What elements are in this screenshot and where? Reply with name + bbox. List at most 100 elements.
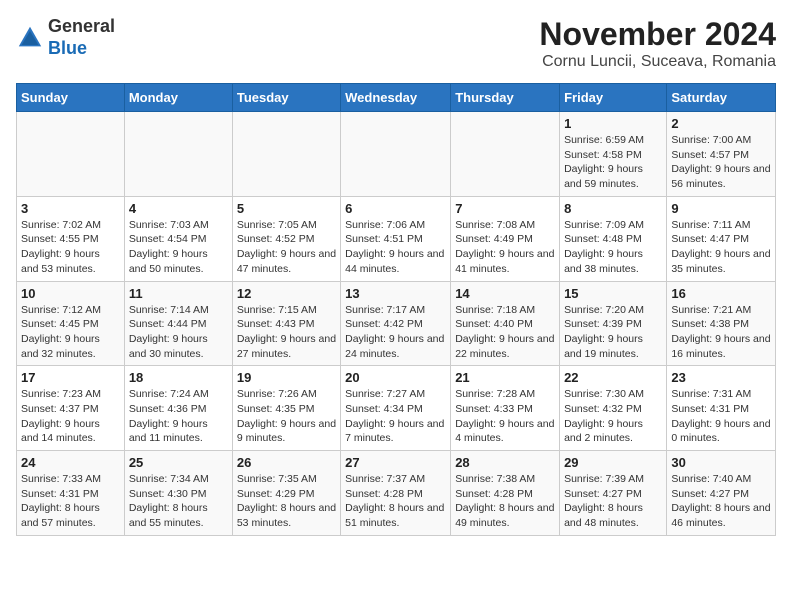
day-info: Sunrise: 7:17 AM Sunset: 4:42 PM Dayligh… <box>345 303 446 362</box>
calendar-cell <box>232 112 340 197</box>
calendar-week-2: 3Sunrise: 7:02 AM Sunset: 4:55 PM Daylig… <box>17 196 776 281</box>
calendar-cell <box>451 112 560 197</box>
calendar-cell: 24 Sunrise: 7:33 AM Sunset: 4:31 PM Dayli… <box>17 451 125 536</box>
day-info: Sunrise: 7:21 AM Sunset: 4:38 PM Dayligh… <box>671 303 771 362</box>
day-number: 29 <box>564 455 662 470</box>
location-subtitle: Cornu Luncii, Suceava, Romania <box>539 53 776 71</box>
calendar-cell <box>341 112 451 197</box>
day-number: 22 <box>564 370 662 385</box>
day-info: Sunrise: 7:38 AM Sunset: 4:28 PM Dayligh… <box>455 472 555 531</box>
day-info: Sunrise: 7:12 AM Sunset: 4:45 PM Dayligh… <box>21 303 120 362</box>
calendar-cell: 13 Sunrise: 7:17 AM Sunset: 4:42 PM Dayli… <box>341 281 451 366</box>
day-info: Sunrise: 7:00 AM Sunset: 4:57 PM Dayligh… <box>671 133 771 192</box>
calendar-week-3: 10 Sunrise: 7:12 AM Sunset: 4:45 PM Dayli… <box>17 281 776 366</box>
day-number: 15 <box>564 286 662 301</box>
day-info: Sunrise: 7:11 AM Sunset: 4:47 PM Dayligh… <box>671 218 771 277</box>
day-number: 16 <box>671 286 771 301</box>
day-number: 24 <box>21 455 120 470</box>
calendar-cell: 29 Sunrise: 7:39 AM Sunset: 4:27 PM Dayli… <box>560 451 667 536</box>
calendar-table: SundayMondayTuesdayWednesdayThursdayFrid… <box>16 83 776 536</box>
day-info: Sunrise: 7:37 AM Sunset: 4:28 PM Dayligh… <box>345 472 446 531</box>
day-number: 25 <box>129 455 228 470</box>
day-number: 4 <box>129 201 228 216</box>
weekday-header-wednesday: Wednesday <box>341 84 451 112</box>
calendar-cell <box>17 112 125 197</box>
weekday-header-saturday: Saturday <box>667 84 776 112</box>
day-number: 9 <box>671 201 771 216</box>
weekday-header-thursday: Thursday <box>451 84 560 112</box>
calendar-cell: 1 Sunrise: 6:59 AM Sunset: 4:58 PM Daylig… <box>560 112 667 197</box>
day-info: Sunrise: 7:30 AM Sunset: 4:32 PM Dayligh… <box>564 387 662 446</box>
day-info: Sunrise: 7:06 AM Sunset: 4:51 PM Dayligh… <box>345 218 446 277</box>
weekday-header-sunday: Sunday <box>17 84 125 112</box>
calendar-week-5: 24 Sunrise: 7:33 AM Sunset: 4:31 PM Dayli… <box>17 451 776 536</box>
calendar-cell <box>124 112 232 197</box>
day-info: Sunrise: 7:31 AM Sunset: 4:31 PM Dayligh… <box>671 387 771 446</box>
day-number: 14 <box>455 286 555 301</box>
day-number: 18 <box>129 370 228 385</box>
day-number: 7 <box>455 201 555 216</box>
day-info: Sunrise: 7:18 AM Sunset: 4:40 PM Dayligh… <box>455 303 555 362</box>
day-info: Sunrise: 7:24 AM Sunset: 4:36 PM Dayligh… <box>129 387 228 446</box>
calendar-cell: 26Sunrise: 7:35 AM Sunset: 4:29 PM Dayli… <box>232 451 340 536</box>
calendar-cell: 21Sunrise: 7:28 AM Sunset: 4:33 PM Dayli… <box>451 366 560 451</box>
calendar-cell: 4Sunrise: 7:03 AM Sunset: 4:54 PM Daylig… <box>124 196 232 281</box>
day-info: Sunrise: 7:40 AM Sunset: 4:27 PM Dayligh… <box>671 472 771 531</box>
day-info: Sunrise: 7:14 AM Sunset: 4:44 PM Dayligh… <box>129 303 228 362</box>
weekday-header-monday: Monday <box>124 84 232 112</box>
calendar-cell: 22 Sunrise: 7:30 AM Sunset: 4:32 PM Dayli… <box>560 366 667 451</box>
day-number: 10 <box>21 286 120 301</box>
calendar-cell: 5 Sunrise: 7:05 AM Sunset: 4:52 PM Daylig… <box>232 196 340 281</box>
day-info: Sunrise: 7:05 AM Sunset: 4:52 PM Dayligh… <box>237 218 336 277</box>
day-number: 19 <box>237 370 336 385</box>
calendar-cell: 10 Sunrise: 7:12 AM Sunset: 4:45 PM Dayli… <box>17 281 125 366</box>
calendar-cell: 2 Sunrise: 7:00 AM Sunset: 4:57 PM Daylig… <box>667 112 776 197</box>
calendar-cell: 19Sunrise: 7:26 AM Sunset: 4:35 PM Dayli… <box>232 366 340 451</box>
logo-blue: Blue <box>48 38 115 60</box>
calendar-cell: 15 Sunrise: 7:20 AM Sunset: 4:39 PM Dayli… <box>560 281 667 366</box>
day-info: Sunrise: 7:27 AM Sunset: 4:34 PM Dayligh… <box>345 387 446 446</box>
calendar-week-1: 1 Sunrise: 6:59 AM Sunset: 4:58 PM Daylig… <box>17 112 776 197</box>
day-info: Sunrise: 7:09 AM Sunset: 4:48 PM Dayligh… <box>564 218 662 277</box>
logo: General Blue <box>16 16 115 59</box>
day-number: 30 <box>671 455 771 470</box>
calendar-cell: 9 Sunrise: 7:11 AM Sunset: 4:47 PM Daylig… <box>667 196 776 281</box>
weekday-header-tuesday: Tuesday <box>232 84 340 112</box>
calendar-cell: 23 Sunrise: 7:31 AM Sunset: 4:31 PM Dayli… <box>667 366 776 451</box>
day-info: Sunrise: 7:20 AM Sunset: 4:39 PM Dayligh… <box>564 303 662 362</box>
day-number: 3 <box>21 201 120 216</box>
day-number: 11 <box>129 286 228 301</box>
logo-general: General <box>48 16 115 38</box>
day-info: Sunrise: 7:15 AM Sunset: 4:43 PM Dayligh… <box>237 303 336 362</box>
logo-text: General Blue <box>48 16 115 59</box>
day-number: 2 <box>671 116 771 131</box>
day-info: Sunrise: 7:28 AM Sunset: 4:33 PM Dayligh… <box>455 387 555 446</box>
day-number: 23 <box>671 370 771 385</box>
day-number: 27 <box>345 455 446 470</box>
calendar-cell: 25Sunrise: 7:34 AM Sunset: 4:30 PM Dayli… <box>124 451 232 536</box>
calendar-cell: 17 Sunrise: 7:23 AM Sunset: 4:37 PM Dayli… <box>17 366 125 451</box>
day-info: Sunrise: 6:59 AM Sunset: 4:58 PM Dayligh… <box>564 133 662 192</box>
day-number: 13 <box>345 286 446 301</box>
calendar-week-4: 17 Sunrise: 7:23 AM Sunset: 4:37 PM Dayli… <box>17 366 776 451</box>
day-number: 5 <box>237 201 336 216</box>
calendar-cell: 28 Sunrise: 7:38 AM Sunset: 4:28 PM Dayli… <box>451 451 560 536</box>
day-number: 20 <box>345 370 446 385</box>
weekday-header-friday: Friday <box>560 84 667 112</box>
calendar-cell: 8 Sunrise: 7:09 AM Sunset: 4:48 PM Daylig… <box>560 196 667 281</box>
day-number: 12 <box>237 286 336 301</box>
calendar-cell: 16 Sunrise: 7:21 AM Sunset: 4:38 PM Dayli… <box>667 281 776 366</box>
calendar-cell: 18 Sunrise: 7:24 AM Sunset: 4:36 PM Dayli… <box>124 366 232 451</box>
calendar-cell: 12 Sunrise: 7:15 AM Sunset: 4:43 PM Dayli… <box>232 281 340 366</box>
day-number: 28 <box>455 455 555 470</box>
title-section: November 2024 Cornu Luncii, Suceava, Rom… <box>539 16 776 71</box>
calendar-header-row: SundayMondayTuesdayWednesdayThursdayFrid… <box>17 84 776 112</box>
day-number: 1 <box>564 116 662 131</box>
calendar-cell: 11 Sunrise: 7:14 AM Sunset: 4:44 PM Dayli… <box>124 281 232 366</box>
calendar-cell: 30 Sunrise: 7:40 AM Sunset: 4:27 PM Dayli… <box>667 451 776 536</box>
day-number: 8 <box>564 201 662 216</box>
day-number: 17 <box>21 370 120 385</box>
day-info: Sunrise: 7:23 AM Sunset: 4:37 PM Dayligh… <box>21 387 120 446</box>
day-info: Sunrise: 7:39 AM Sunset: 4:27 PM Dayligh… <box>564 472 662 531</box>
day-info: Sunrise: 7:33 AM Sunset: 4:31 PM Dayligh… <box>21 472 120 531</box>
